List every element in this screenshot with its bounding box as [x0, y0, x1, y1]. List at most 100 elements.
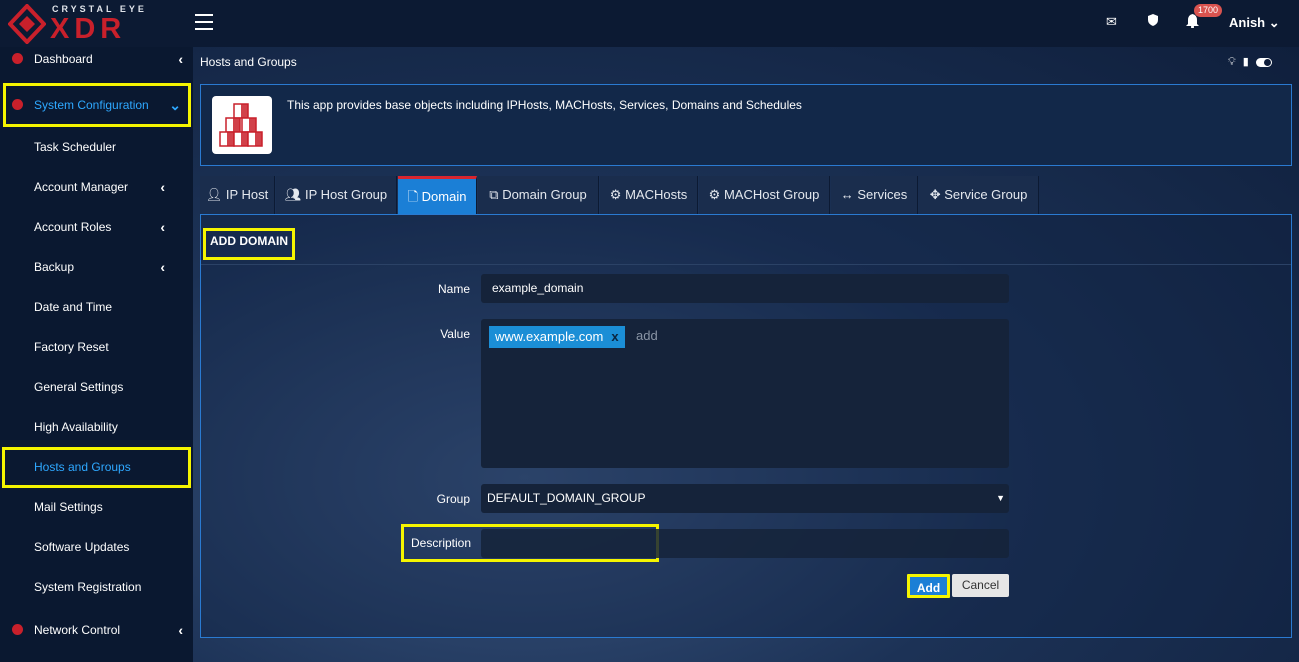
- sidebar-item-mail-settings[interactable]: Mail Settings: [0, 487, 193, 527]
- brand-logo[interactable]: CRYSTAL EYE XDR: [4, 0, 164, 44]
- tab-label: MACHosts: [625, 187, 688, 202]
- sidebar-item-label: Account Manager: [34, 180, 129, 194]
- notification-badge: 1700: [1194, 4, 1223, 17]
- chevron-left-icon: ‹: [160, 219, 165, 235]
- sidebar-item-high-availability[interactable]: High Availability: [0, 407, 193, 447]
- lightbulb-icon[interactable]: 💡︎: [1228, 56, 1236, 68]
- chevron-left-icon: ‹: [160, 179, 165, 195]
- sidebar-item-system-configuration[interactable]: System Configuration ⌄: [3, 83, 191, 127]
- value-add-input[interactable]: add: [636, 328, 658, 343]
- home-icon: [12, 99, 23, 110]
- sidebar: Dashboard ‹ System Configuration ⌄ Task …: [0, 47, 193, 662]
- tab-ip-host[interactable]: 👤︎ IP Host: [200, 176, 275, 214]
- group-select[interactable]: DEFAULT_DOMAIN_GROUP ▼: [481, 484, 1009, 513]
- value-tag-text: www.example.com: [495, 329, 604, 344]
- sidebar-item-label: Hosts and Groups: [34, 460, 131, 474]
- app-info-box: This app provides base objects including…: [200, 84, 1292, 166]
- file-icon: 🗋: [407, 189, 419, 204]
- value-label: Value: [440, 327, 470, 341]
- name-field[interactable]: example_domain: [481, 274, 1009, 303]
- tab-label: MACHost Group: [723, 187, 820, 202]
- tab-machost-group[interactable]: ⚙ MACHost Group: [699, 176, 830, 214]
- dashboard-icon: [12, 53, 23, 64]
- sidebar-item-label: System Registration: [34, 580, 142, 594]
- tab-ip-host-group[interactable]: 👥︎ IP Host Group: [276, 176, 397, 214]
- chevron-left-icon: ‹: [160, 259, 165, 275]
- network-icon: [12, 624, 23, 635]
- gears-icon: ⚙: [708, 187, 721, 202]
- sidebar-item-label: Software Updates: [34, 540, 130, 554]
- tab-domain-group[interactable]: ⧉ Domain Group: [478, 176, 599, 214]
- toggle-icon[interactable]: [1255, 57, 1272, 67]
- name-label: Name: [437, 282, 470, 296]
- chevron-down-icon: ⌄: [1268, 15, 1280, 30]
- tab-machosts[interactable]: ⚙ MACHosts: [600, 176, 698, 214]
- page-tools: 💡︎ ▮: [1228, 55, 1272, 69]
- chevron-left-icon: ‹: [178, 622, 183, 638]
- sidebar-item-general-settings[interactable]: General Settings: [0, 367, 193, 407]
- shield-icon[interactable]: [1148, 14, 1158, 29]
- sidebar-item-dashboard[interactable]: Dashboard ‹: [0, 39, 193, 79]
- arrows-horizontal-icon: ↔: [840, 187, 854, 202]
- sidebar-item-account-manager[interactable]: Account Manager ‹: [0, 167, 193, 207]
- bell-icon[interactable]: [1186, 14, 1199, 31]
- tab-label: IP Host Group: [305, 187, 388, 202]
- sidebar-item-account-roles[interactable]: Account Roles ‹: [0, 207, 193, 247]
- sidebar-item-label: Factory Reset: [34, 340, 109, 354]
- caret-down-icon: ▼: [996, 493, 1005, 503]
- tab-services[interactable]: ↔ Services: [831, 176, 918, 214]
- users-icon: 👥︎: [284, 187, 302, 202]
- sidebar-item-task-scheduler[interactable]: Task Scheduler: [0, 127, 193, 167]
- tab-label: Services: [857, 187, 908, 202]
- group-select-value: DEFAULT_DOMAIN_GROUP: [487, 491, 646, 505]
- add-button[interactable]: Add: [907, 574, 950, 598]
- tab-domain[interactable]: 🗋 Domain: [398, 176, 477, 214]
- sidebar-item-date-and-time[interactable]: Date and Time: [0, 287, 193, 327]
- group-label: Group: [436, 492, 470, 506]
- top-bar: CRYSTAL EYE XDR ✉ 1700 Anish ⌄: [0, 0, 1299, 47]
- app-description: This app provides base objects including…: [287, 98, 802, 112]
- sidebar-item-label: Account Roles: [34, 220, 112, 234]
- chevron-down-icon: ⌄: [169, 97, 181, 113]
- sidebar-item-factory-reset[interactable]: Factory Reset: [0, 327, 193, 367]
- value-tags-field[interactable]: www.example.com x add: [481, 319, 1009, 468]
- cubes-icon: [212, 96, 272, 154]
- panel-header: ADD DOMAIN: [201, 215, 1291, 265]
- tab-label: Domain Group: [502, 187, 587, 202]
- description-label: Description: [411, 536, 472, 550]
- book-icon[interactable]: ▮: [1243, 56, 1249, 68]
- copy-icon: ⧉: [489, 187, 499, 202]
- menu-toggle-icon[interactable]: [195, 14, 213, 30]
- sidebar-item-label: Date and Time: [34, 300, 113, 314]
- tab-label: Domain: [421, 189, 467, 204]
- description-field[interactable]: [481, 529, 1009, 558]
- user-name: Anish: [1229, 15, 1266, 30]
- sidebar-item-system-registration[interactable]: System Registration: [0, 567, 193, 607]
- sidebar-item-hosts-and-groups[interactable]: Hosts and Groups: [2, 447, 191, 488]
- move-icon: ✥: [929, 187, 941, 202]
- crystal-eye-logo-icon: [8, 4, 46, 44]
- page-title: Hosts and Groups: [200, 55, 297, 69]
- sidebar-item-label: Task Scheduler: [34, 140, 117, 154]
- tab-label: Service Group: [944, 187, 1028, 202]
- sidebar-item-label: Network Control: [34, 623, 121, 637]
- user-icon: 👤︎: [205, 187, 223, 202]
- value-tag: www.example.com x: [489, 326, 625, 348]
- gear-icon: ⚙: [609, 187, 622, 202]
- cancel-button[interactable]: Cancel: [952, 574, 1009, 597]
- sidebar-item-label: Backup: [34, 260, 75, 274]
- sidebar-item-network-control[interactable]: Network Control ‹: [0, 610, 193, 650]
- sidebar-item-label: Mail Settings: [34, 500, 103, 514]
- sidebar-item-software-updates[interactable]: Software Updates: [0, 527, 193, 567]
- user-menu[interactable]: Anish ⌄: [1229, 15, 1280, 31]
- sidebar-item-label: Dashboard: [34, 52, 93, 66]
- chevron-left-icon: ‹: [178, 51, 183, 67]
- sidebar-item-label: High Availability: [34, 420, 118, 434]
- tab-label: IP Host: [225, 187, 269, 202]
- tab-service-group[interactable]: ✥ Service Group: [919, 176, 1039, 214]
- mail-icon[interactable]: ✉: [1106, 14, 1117, 30]
- panel-title: ADD DOMAIN: [203, 228, 295, 260]
- tag-remove-icon[interactable]: x: [611, 329, 618, 344]
- sidebar-item-backup[interactable]: Backup ‹: [0, 247, 193, 287]
- sidebar-item-label: System Configuration: [34, 98, 149, 112]
